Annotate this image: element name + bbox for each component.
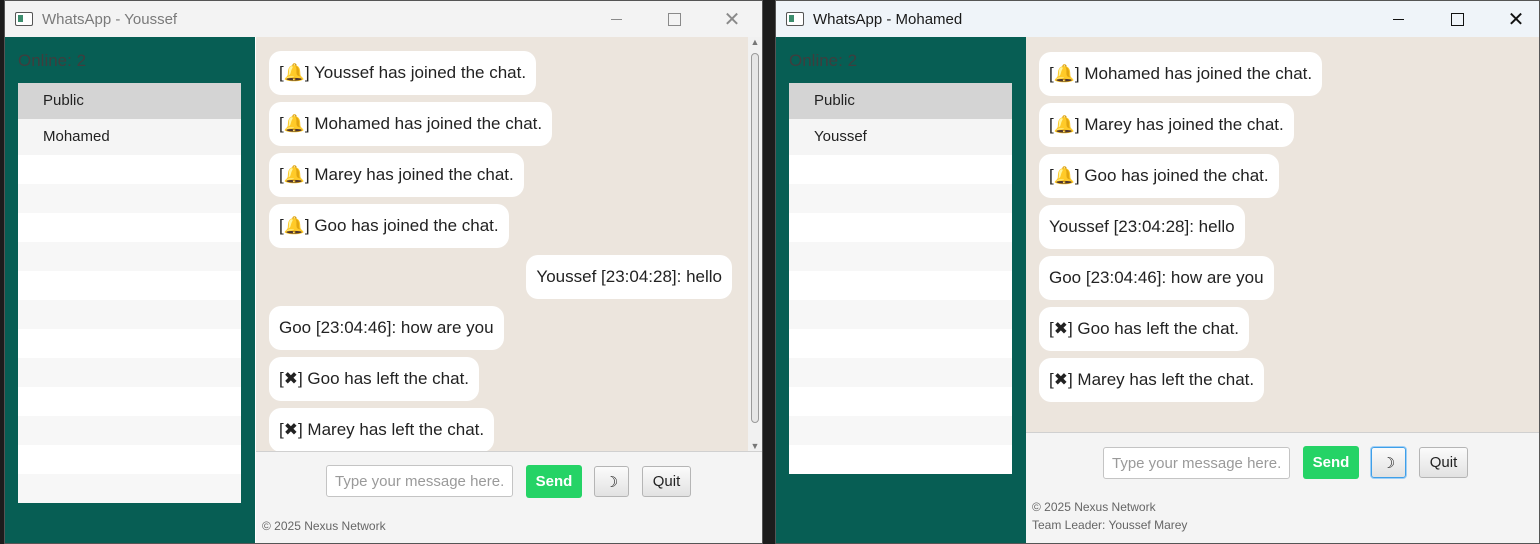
empty-list-row — [18, 445, 241, 474]
message-bubble: [✖] Marey has left the chat. — [1039, 358, 1265, 402]
send-button[interactable]: Send — [526, 465, 582, 498]
chat-scrollbar[interactable]: ▲ ▼ — [748, 37, 762, 451]
minimize-button[interactable] — [1369, 1, 1427, 37]
message-bubble: Youssef [23:04:28]: hello — [1039, 205, 1245, 249]
empty-list-row — [18, 329, 241, 358]
title-bar[interactable]: WhatsApp - Youssef ✕ — [5, 1, 762, 37]
message-bubble: [🔔] Mohamed has joined the chat. — [269, 102, 553, 146]
empty-list-row — [18, 213, 241, 242]
sidebar: Online: 2 Public Youssef — [776, 37, 1026, 543]
message-bubble: [✖] Goo has left the chat. — [269, 357, 480, 401]
empty-list-row — [18, 416, 241, 445]
moon-icon[interactable]: ☽ — [594, 466, 629, 497]
window-youssef: WhatsApp - Youssef ✕ Online: 2 Public Mo… — [4, 0, 763, 544]
maximize-button[interactable] — [1428, 1, 1486, 37]
empty-list-row — [18, 387, 241, 416]
empty-list-row — [18, 271, 241, 300]
scroll-thumb[interactable] — [751, 53, 759, 423]
empty-list-row — [789, 184, 1012, 213]
user-item-youssef[interactable]: Youssef — [789, 119, 1012, 155]
message-input[interactable] — [1103, 447, 1290, 479]
window-mohamed: WhatsApp - Mohamed ✕ Online: 2 Public Yo… — [775, 0, 1540, 544]
window-title: WhatsApp - Mohamed — [813, 10, 963, 28]
maximize-button[interactable] — [645, 1, 703, 37]
empty-list-row — [18, 300, 241, 329]
title-bar[interactable]: WhatsApp - Mohamed ✕ — [776, 1, 1539, 37]
message-bubble: [🔔] Marey has joined the chat. — [269, 153, 524, 197]
quit-button[interactable]: Quit — [1419, 447, 1468, 478]
footer-copyright: © 2025 Nexus Network — [1032, 500, 1156, 514]
message-input[interactable] — [326, 465, 513, 497]
minimize-button[interactable] — [587, 1, 645, 37]
empty-list-row — [789, 358, 1012, 387]
empty-list-row — [789, 445, 1012, 474]
input-panel: Send ☽ Quit © 2025 Nexus Network Team Le… — [1026, 432, 1539, 543]
message-bubble: [🔔] Mohamed has joined the chat. — [1039, 52, 1323, 96]
empty-list-row — [789, 213, 1012, 242]
user-list[interactable]: Public Mohamed — [18, 83, 241, 503]
empty-list-row — [789, 242, 1012, 271]
message-bubble: Goo [23:04:46]: how are you — [1039, 256, 1274, 300]
empty-list-row — [18, 474, 241, 503]
scroll-down-arrow[interactable]: ▼ — [748, 441, 762, 451]
quit-button[interactable]: Quit — [642, 466, 691, 497]
footer-team-leader: Team Leader: Youssef Marey — [1032, 518, 1188, 532]
empty-list-row — [789, 416, 1012, 445]
message-bubble: [🔔] Youssef has joined the chat. — [269, 51, 537, 95]
message-bubble: [🔔] Goo has joined the chat. — [1039, 154, 1279, 198]
empty-list-row — [789, 329, 1012, 358]
own-message-bubble: Youssef [23:04:28]: hello — [526, 255, 732, 299]
user-list[interactable]: Public Youssef — [789, 83, 1012, 474]
moon-icon[interactable]: ☽ — [1371, 447, 1406, 478]
app-icon — [786, 12, 804, 26]
empty-list-row — [18, 184, 241, 213]
message-bubble: [🔔] Goo has joined the chat. — [269, 204, 509, 248]
online-count: Online: 2 — [789, 51, 858, 70]
user-item-mohamed[interactable]: Mohamed — [18, 119, 241, 155]
online-count: Online: 2 — [18, 51, 87, 70]
empty-list-row — [789, 300, 1012, 329]
empty-list-row — [789, 155, 1012, 184]
empty-list-row — [18, 155, 241, 184]
chat-area[interactable]: [🔔] Youssef has joined the chat. [🔔] Moh… — [256, 37, 762, 452]
message-bubble: [✖] Marey has left the chat. — [269, 408, 495, 452]
send-button[interactable]: Send — [1303, 446, 1359, 479]
window-title: WhatsApp - Youssef — [42, 10, 178, 28]
empty-list-row — [18, 242, 241, 271]
empty-list-row — [789, 387, 1012, 416]
empty-list-row — [18, 358, 241, 387]
chat-area[interactable]: [🔔] Mohamed has joined the chat. [🔔] Mar… — [1026, 37, 1539, 432]
footer-copyright: © 2025 Nexus Network — [262, 519, 386, 533]
empty-list-row — [789, 271, 1012, 300]
message-bubble: Goo [23:04:46]: how are you — [269, 306, 504, 350]
message-bubble: [🔔] Marey has joined the chat. — [1039, 103, 1294, 147]
message-bubble: [✖] Goo has left the chat. — [1039, 307, 1250, 351]
sidebar: Online: 2 Public Mohamed — [5, 37, 255, 543]
close-button[interactable]: ✕ — [1487, 1, 1539, 37]
scroll-up-arrow[interactable]: ▲ — [748, 37, 762, 47]
app-icon — [15, 12, 33, 26]
input-panel: Send ☽ Quit © 2025 Nexus Network — [256, 451, 762, 543]
user-item-public[interactable]: Public — [18, 83, 241, 119]
user-item-public[interactable]: Public — [789, 83, 1012, 119]
close-button[interactable]: ✕ — [703, 1, 761, 37]
